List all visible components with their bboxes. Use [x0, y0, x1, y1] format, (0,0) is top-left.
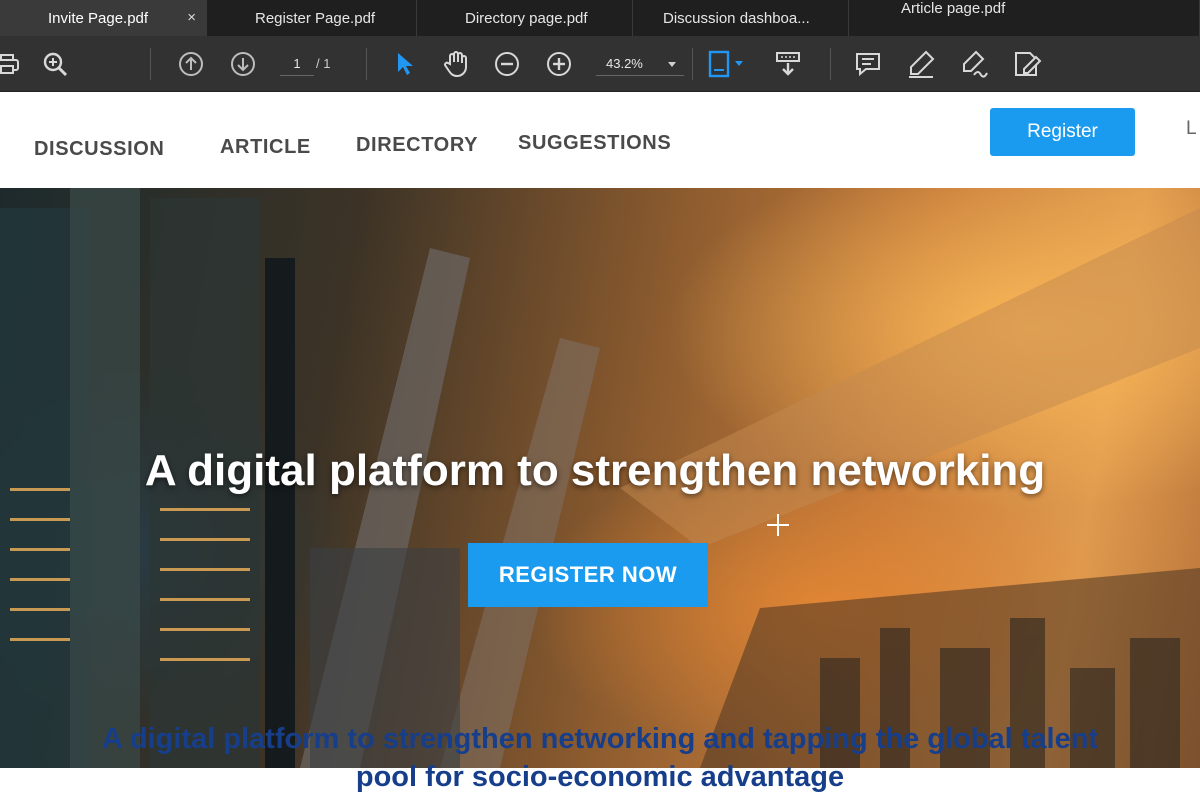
- close-icon[interactable]: ×: [187, 9, 196, 26]
- document-tab-bar: Invite Page.pdf × Register Page.pdf Dire…: [0, 0, 1200, 36]
- tagline-line-1: A digital platform to strengthen network…: [101, 723, 1099, 755]
- pdf-toolbar: 1 / 1 43.2%: [0, 36, 1200, 92]
- zoom-level-select[interactable]: 43.2%: [596, 52, 684, 76]
- crosshair-cursor-icon: [767, 514, 789, 536]
- highlight-icon[interactable]: [904, 36, 938, 92]
- nav-item-article[interactable]: ARTICLE: [220, 136, 311, 159]
- fit-page-icon[interactable]: [704, 36, 748, 92]
- tab-label: Register Page.pdf: [255, 9, 376, 27]
- sign-icon[interactable]: [956, 36, 992, 92]
- hero-title: A digital platform to strengthen network…: [144, 446, 1046, 495]
- zoom-out-icon[interactable]: [492, 36, 522, 92]
- print-icon[interactable]: [0, 36, 22, 92]
- register-now-button[interactable]: REGISTER NOW: [468, 543, 708, 607]
- zoom-value: 43.2%: [606, 56, 643, 71]
- tab-discussion-dashboard[interactable]: Discussion dashboa...: [633, 0, 849, 36]
- zoom-in-icon[interactable]: [544, 36, 574, 92]
- tagline: A digital platform to strengthen network…: [0, 720, 1200, 796]
- tab-invite-page[interactable]: Invite Page.pdf ×: [0, 0, 207, 36]
- tab-label: Directory page.pdf: [465, 9, 588, 27]
- zoom-search-icon[interactable]: [38, 36, 72, 92]
- hero-banner: A digital platform to strengthen network…: [0, 188, 1200, 768]
- page-number-input[interactable]: 1: [280, 52, 314, 76]
- register-button[interactable]: Register: [990, 108, 1135, 156]
- nav-item-suggestions[interactable]: SUGGESTIONS: [518, 132, 671, 155]
- tab-label: Invite Page.pdf: [48, 9, 149, 27]
- tagline-line-2: pool for socio-economic advantage: [355, 761, 845, 793]
- page-up-icon[interactable]: [176, 36, 206, 92]
- nav-item-directory[interactable]: DIRECTORY: [356, 134, 478, 157]
- nav-item-discussion[interactable]: DISCUSSION: [34, 138, 164, 161]
- pdf-page: DISCUSSION ARTICLE DIRECTORY SUGGESTIONS…: [0, 92, 1200, 800]
- chevron-down-icon: [668, 62, 676, 67]
- scroll-mode-icon[interactable]: [772, 36, 804, 92]
- page-down-icon[interactable]: [228, 36, 258, 92]
- tab-directory-page[interactable]: Directory page.pdf: [417, 0, 633, 36]
- edit-pdf-icon[interactable]: [1008, 36, 1046, 92]
- page-total: / 1: [316, 56, 331, 71]
- nav-item-cut-off[interactable]: L: [1186, 118, 1197, 140]
- tab-article-page[interactable]: Article page.pdf: [849, 0, 1200, 36]
- hand-tool-icon[interactable]: [440, 36, 472, 92]
- tab-register-page[interactable]: Register Page.pdf: [207, 0, 417, 36]
- comment-icon[interactable]: [852, 36, 884, 92]
- tab-label: Discussion dashboa...: [663, 9, 810, 27]
- select-pointer-icon[interactable]: [392, 36, 418, 92]
- tab-label: Article page.pdf: [901, 0, 1006, 17]
- site-navbar: DISCUSSION ARTICLE DIRECTORY SUGGESTIONS…: [0, 92, 1200, 190]
